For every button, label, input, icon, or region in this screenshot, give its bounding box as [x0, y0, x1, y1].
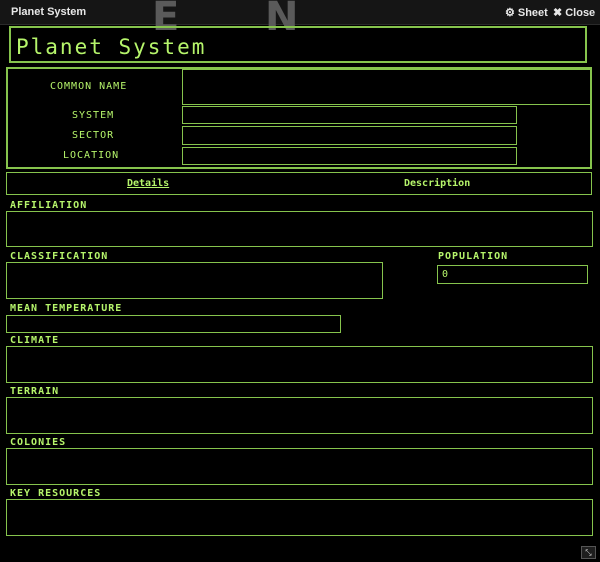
mean-temperature-input[interactable]	[6, 315, 341, 333]
resize-handle-icon[interactable]: ⤡	[581, 546, 596, 559]
window-titlebar[interactable]: Planet System E N ⚙ Sheet ✖ Close	[0, 0, 600, 40]
classification-label: CLASSIFICATION	[10, 251, 109, 262]
population-input[interactable]	[437, 265, 588, 284]
climate-input[interactable]	[6, 346, 593, 383]
colonies-label: COLONIES	[10, 437, 67, 448]
key-resources-label: KEY RESOURCES	[10, 488, 102, 499]
classification-input[interactable]	[6, 262, 383, 299]
tab-description[interactable]: Description	[404, 178, 470, 189]
tab-details[interactable]: Details	[127, 178, 169, 189]
close-button-label: Close	[565, 6, 596, 19]
close-button[interactable]: ✖ Close	[553, 6, 596, 20]
key-resources-input[interactable]	[6, 499, 593, 536]
close-icon: ✖	[553, 7, 563, 19]
tab-bar: Details Description	[6, 172, 592, 195]
climate-label: CLIMATE	[10, 335, 60, 346]
system-label: SYSTEM	[72, 110, 115, 121]
mean-temperature-label: MEAN TEMPERATURE	[10, 303, 123, 314]
common-name-input[interactable]	[182, 69, 591, 105]
window-title: Planet System	[11, 6, 87, 18]
colonies-input[interactable]	[6, 448, 593, 485]
population-label: POPULATION	[438, 251, 509, 262]
affiliation-label: AFFILIATION	[10, 200, 88, 211]
sheet-title: Planet System	[9, 26, 587, 63]
terrain-input[interactable]	[6, 397, 593, 434]
location-input[interactable]	[182, 147, 517, 165]
affiliation-input[interactable]	[6, 211, 593, 247]
gear-icon: ⚙	[505, 7, 515, 19]
system-input[interactable]	[182, 106, 517, 124]
terrain-label: TERRAIN	[10, 386, 60, 397]
sector-input[interactable]	[182, 126, 517, 145]
common-name-label: COMMON NAME	[50, 81, 128, 92]
sheet-button[interactable]: ⚙ Sheet	[505, 6, 548, 20]
sheet-button-label: Sheet	[517, 6, 548, 19]
sector-label: SECTOR	[72, 130, 115, 141]
location-label: LOCATION	[63, 150, 120, 161]
